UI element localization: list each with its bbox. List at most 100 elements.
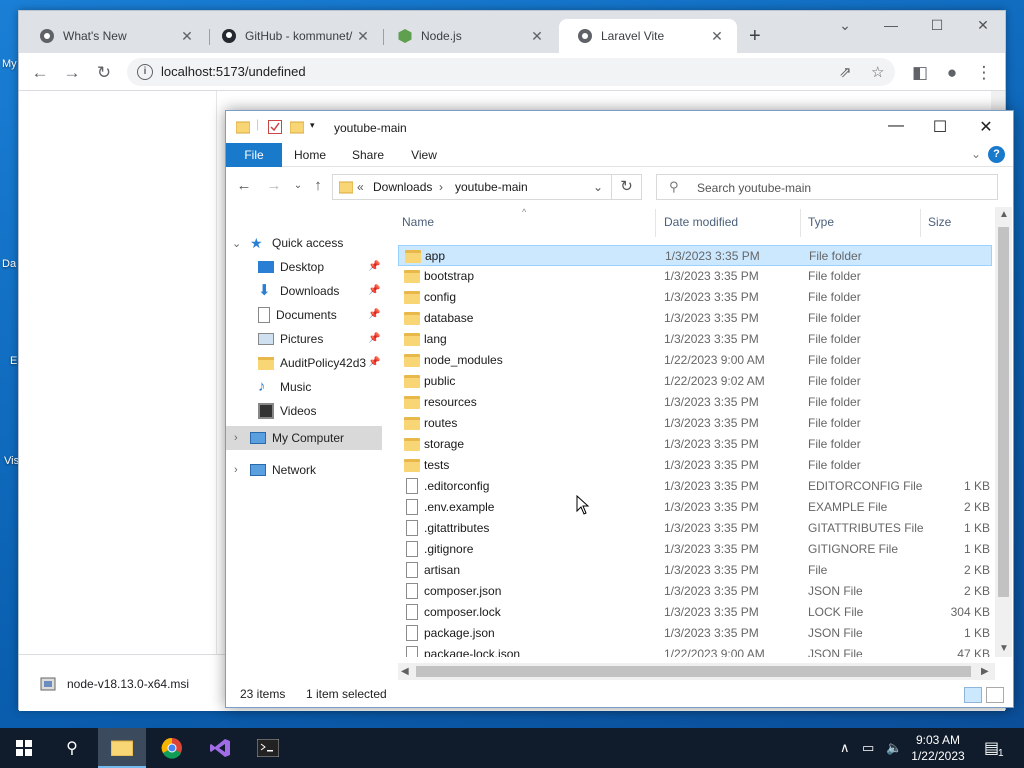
info-icon[interactable]: i	[137, 64, 153, 80]
close-icon[interactable]: ✕	[179, 28, 195, 45]
scroll-right-arrow-icon[interactable]: ▶	[981, 666, 989, 677]
large-icons-view-icon[interactable]	[986, 687, 1004, 703]
minimize-button[interactable]: —	[877, 17, 905, 33]
share-icon[interactable]: ⇗	[839, 63, 852, 81]
search-input[interactable]: ⚲ Search youtube-main	[656, 174, 998, 200]
search-button[interactable]: ⚲	[48, 728, 96, 768]
close-icon[interactable]: ✕	[709, 28, 725, 45]
up-button[interactable]: ↑	[308, 177, 328, 194]
chevron-down-icon[interactable]: ⌄	[593, 180, 603, 194]
ribbon-tab-home[interactable]: Home	[288, 143, 332, 167]
clock[interactable]: 9:03 AM 1/22/2023	[906, 732, 970, 764]
pin-icon[interactable]: 📌	[368, 333, 380, 344]
scroll-left-arrow-icon[interactable]: ◀	[401, 666, 409, 677]
column-header-name[interactable]: Name	[402, 215, 434, 229]
table-row[interactable]: config 1/3/2023 3:35 PM File folder	[398, 287, 992, 308]
explorer-maximize-button[interactable]: ☐	[920, 117, 960, 137]
table-row[interactable]: artisan 1/3/2023 3:35 PM File 2 KB	[398, 560, 992, 581]
nav-quick-access[interactable]: ★ Quick access	[250, 231, 343, 255]
details-view-icon[interactable]	[964, 687, 982, 703]
table-row[interactable]: bootstrap 1/3/2023 3:35 PM File folder	[398, 266, 992, 287]
column-divider[interactable]	[800, 209, 801, 237]
nav-my-computer[interactable]: My Computer	[250, 426, 344, 450]
download-filename[interactable]: node-v18.13.0-x64.msi	[67, 677, 189, 691]
nav-downloads[interactable]: ⬇ Downloads	[258, 279, 339, 303]
help-icon[interactable]: ?	[988, 146, 1005, 163]
column-header-type[interactable]: Type	[808, 215, 834, 229]
forward-button[interactable]: →	[264, 177, 284, 194]
nav-auditpolicy[interactable]: AuditPolicy42d3	[258, 351, 366, 375]
menu-kebab-icon[interactable]: ⋮	[973, 62, 995, 84]
table-row[interactable]: routes 1/3/2023 3:35 PM File folder	[398, 413, 992, 434]
scroll-thumb[interactable]	[416, 666, 971, 677]
taskbar-file-explorer[interactable]	[98, 728, 146, 768]
expand-ribbon-icon[interactable]: ⌄	[971, 147, 981, 161]
column-header-date[interactable]: Date modified	[664, 215, 738, 229]
chevron-up-icon[interactable]: ∧	[840, 740, 850, 756]
tab-laravel-vite[interactable]: Laravel Vite ✕	[559, 19, 737, 53]
table-row[interactable]: node_modules 1/22/2023 9:00 AM File folder	[398, 350, 992, 371]
chevron-right-icon[interactable]: ›	[234, 432, 238, 444]
back-button[interactable]: ←	[234, 177, 254, 194]
maximize-button[interactable]: ☐	[923, 17, 951, 34]
start-button[interactable]	[0, 728, 48, 768]
volume-icon[interactable]: 🔈	[886, 740, 902, 756]
pin-icon[interactable]: 📌	[368, 357, 380, 368]
taskbar-terminal[interactable]	[244, 728, 292, 768]
explorer-close-button[interactable]: ✕	[966, 117, 1006, 137]
new-folder-icon[interactable]	[290, 120, 304, 134]
forward-button[interactable]: →	[61, 62, 83, 84]
recent-locations-icon[interactable]: ⌄	[288, 180, 308, 191]
close-icon[interactable]: ✕	[355, 28, 371, 45]
bookmark-star-icon[interactable]: ☆	[871, 63, 884, 81]
table-row[interactable]: database 1/3/2023 3:35 PM File folder	[398, 308, 992, 329]
reload-button[interactable]: ↻	[93, 62, 115, 84]
column-header-size[interactable]: Size	[928, 215, 951, 229]
vertical-scrollbar[interactable]: ▲ ▼	[995, 207, 1012, 657]
pin-icon[interactable]: 📌	[368, 309, 380, 320]
refresh-button[interactable]: ↻	[612, 174, 642, 200]
address-bar[interactable]: i localhost:5173/undefined ⇗ ☆	[127, 58, 895, 86]
table-row[interactable]: storage 1/3/2023 3:35 PM File folder	[398, 434, 992, 455]
ribbon-tab-share[interactable]: Share	[348, 143, 388, 167]
nav-desktop[interactable]: Desktop	[258, 255, 324, 279]
scroll-down-arrow-icon[interactable]: ▼	[999, 643, 1009, 654]
table-row[interactable]: resources 1/3/2023 3:35 PM File folder	[398, 392, 992, 413]
breadcrumb[interactable]: « Downloads › youtube-main ⌄	[332, 174, 612, 200]
table-row[interactable]: tests 1/3/2023 3:35 PM File folder	[398, 455, 992, 476]
column-divider[interactable]	[655, 209, 656, 237]
taskbar-visual-studio[interactable]	[196, 728, 244, 768]
table-row[interactable]: public 1/22/2023 9:02 AM File folder	[398, 371, 992, 392]
side-panel-icon[interactable]: ◧	[909, 62, 931, 84]
pin-icon[interactable]: 📌	[368, 285, 380, 296]
nav-videos[interactable]: Videos	[258, 399, 316, 423]
nav-music[interactable]: ♪ Music	[258, 375, 311, 399]
table-row[interactable]: .editorconfig 1/3/2023 3:35 PM EDITORCONFI…	[398, 476, 992, 497]
ribbon-tab-view[interactable]: View	[406, 143, 442, 167]
table-row[interactable]: package.json 1/3/2023 3:35 PM JSON File 1 K…	[398, 623, 992, 644]
tab-search-icon[interactable]: ⌄	[831, 17, 859, 34]
network-tray-icon[interactable]: ▭	[862, 740, 874, 756]
back-button[interactable]: ←	[29, 62, 51, 84]
msi-installer-icon[interactable]	[39, 675, 57, 693]
new-tab-button[interactable]: +	[749, 25, 761, 48]
properties-check-icon[interactable]	[268, 120, 282, 134]
table-row[interactable]: package-lock.json 1/22/2023 9:00 AM JSON F…	[398, 644, 992, 657]
nav-documents[interactable]: Documents	[258, 303, 337, 327]
tab-whats-new[interactable]: What's New ✕	[21, 19, 207, 53]
scroll-up-arrow-icon[interactable]: ▲	[999, 209, 1009, 220]
table-row[interactable]: composer.lock 1/3/2023 3:35 PM LOCK File 30…	[398, 602, 992, 623]
breadcrumb-downloads[interactable]: Downloads	[373, 180, 432, 194]
table-row[interactable]: composer.json 1/3/2023 3:35 PM JSON File 2 …	[398, 581, 992, 602]
table-row[interactable]: app 1/3/2023 3:35 PM File folder	[398, 245, 992, 266]
breadcrumb-youtube-main[interactable]: youtube-main	[455, 180, 528, 194]
profile-avatar-icon[interactable]: ●	[941, 62, 963, 84]
ribbon-tab-file[interactable]: File	[226, 143, 282, 167]
tab-nodejs[interactable]: Node.js ✕	[379, 19, 557, 53]
column-divider[interactable]	[920, 209, 921, 237]
tab-github[interactable]: GitHub - kommunet/ ✕	[203, 19, 383, 53]
explorer-minimize-button[interactable]: —	[876, 117, 916, 135]
close-window-button[interactable]: ✕	[969, 17, 997, 34]
notification-icon[interactable]: ▤	[984, 738, 999, 758]
quick-toolbar-dropdown-icon[interactable]: ▾	[310, 120, 315, 131]
